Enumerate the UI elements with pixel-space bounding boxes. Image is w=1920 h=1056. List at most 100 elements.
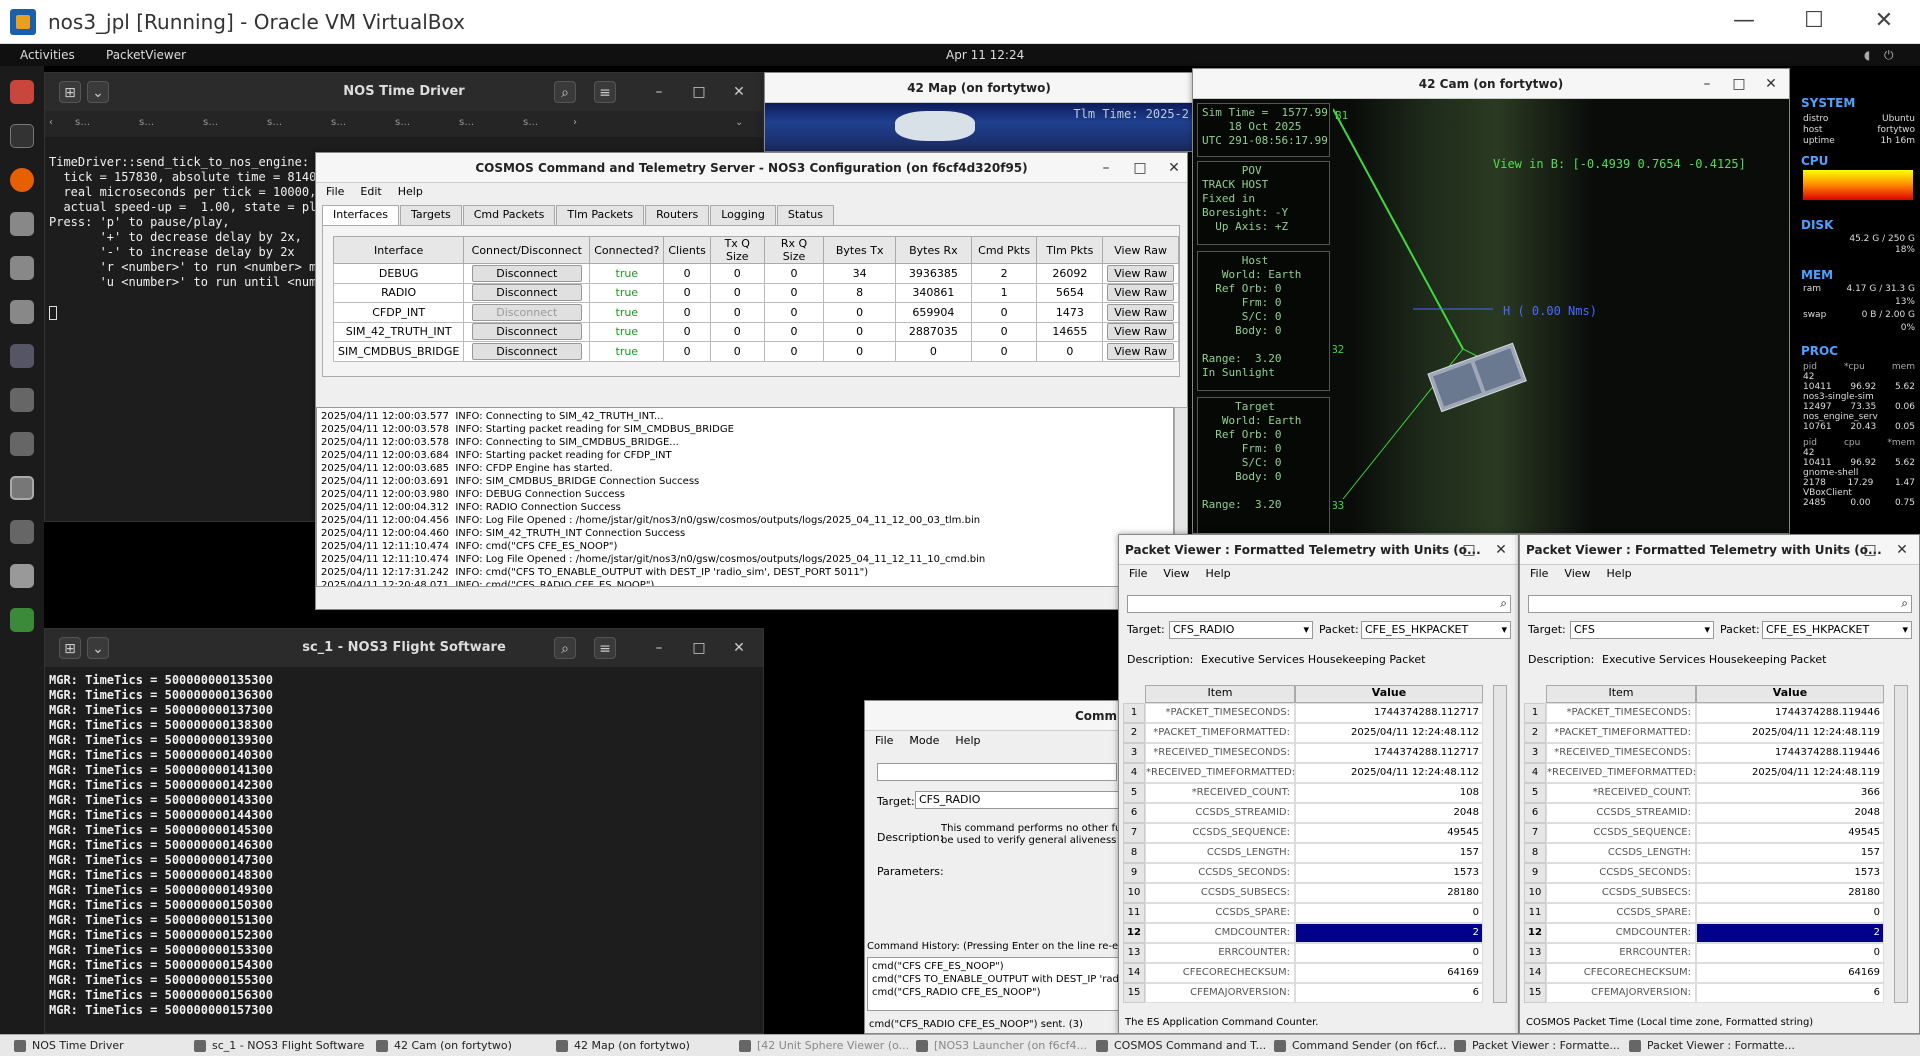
menu-file[interactable]: File bbox=[1530, 567, 1548, 580]
minimize-button[interactable]: – bbox=[648, 81, 670, 103]
table-row[interactable]: 10 CCSDS_SUBSECS: 28180 bbox=[1123, 883, 1483, 903]
column-header-item[interactable]: Item bbox=[1145, 685, 1295, 703]
menu-help[interactable]: Help bbox=[1607, 567, 1632, 580]
search-icon[interactable]: ⌕ bbox=[554, 81, 576, 103]
atom-icon[interactable] bbox=[10, 388, 34, 412]
taskbar-item[interactable]: 42 Map (on fortytwo) bbox=[552, 1037, 730, 1055]
chevron-down-icon[interactable]: ▾ bbox=[1501, 622, 1507, 638]
tab-routers[interactable]: Routers bbox=[645, 205, 710, 225]
target-select[interactable]: CFS ▾ bbox=[1570, 621, 1714, 639]
table-row[interactable]: 15 CFEMAJORVERSION: 6 bbox=[1524, 983, 1884, 1003]
minimize-button[interactable]: – bbox=[1828, 535, 1848, 564]
search-input[interactable]: ⌕ bbox=[1528, 595, 1912, 613]
table-scrollbar[interactable] bbox=[1894, 685, 1908, 1003]
taskbar-item[interactable]: [NOS3 Launcher (on f6cf4... bbox=[912, 1037, 1086, 1055]
hamburger-icon[interactable]: ≡ bbox=[594, 81, 616, 103]
item-value[interactable]: 108 bbox=[1295, 783, 1483, 803]
settings-icon[interactable] bbox=[10, 256, 34, 280]
table-row[interactable]: 12 CMDCOUNTER: 2 bbox=[1123, 923, 1483, 943]
chevron-down-icon[interactable]: ⌄ bbox=[87, 637, 109, 659]
item-value[interactable]: 6 bbox=[1696, 983, 1884, 1003]
item-value[interactable]: 2025/04/11 12:24:48.112 bbox=[1295, 763, 1483, 783]
packet-viewer-icon[interactable] bbox=[10, 476, 34, 500]
files-icon[interactable] bbox=[10, 80, 34, 104]
item-value[interactable]: 2 bbox=[1295, 923, 1483, 943]
maximize-button[interactable]: ☐ bbox=[1794, 8, 1834, 33]
packet-select[interactable]: CFE_ES_HKPACKET ▾ bbox=[1361, 621, 1511, 639]
disconnect-button[interactable]: Disconnect bbox=[471, 342, 582, 360]
chevron-down-icon[interactable]: ▾ bbox=[1704, 622, 1710, 638]
menu-edit[interactable]: Edit bbox=[360, 185, 381, 198]
item-value[interactable]: 157 bbox=[1295, 843, 1483, 863]
chevron-down-icon[interactable]: ▾ bbox=[1303, 622, 1309, 638]
terminal-output[interactable]: TimeDriver::send_tick_to_nos_engine: tic… bbox=[49, 155, 324, 290]
history-line[interactable]: cmd("CFS TO_ENABLE_OUTPUT with DEST_IP '… bbox=[872, 973, 1122, 986]
tab-interfaces[interactable]: Interfaces bbox=[322, 205, 399, 225]
minimize-button[interactable]: – bbox=[1697, 69, 1717, 98]
table-row[interactable]: 5 *RECEIVED_COUNT: 108 bbox=[1123, 783, 1483, 803]
table-row[interactable]: 2 *PACKET_TIMEFORMATTED: 2025/04/11 12:24:… bbox=[1524, 723, 1884, 743]
item-value[interactable]: 2 bbox=[1696, 923, 1884, 943]
table-row[interactable]: 8 CCSDS_LENGTH: 157 bbox=[1524, 843, 1884, 863]
item-value[interactable]: 2025/04/11 12:24:48.119 bbox=[1696, 723, 1884, 743]
view-raw-button[interactable]: View Raw bbox=[1107, 284, 1174, 302]
table-scrollbar[interactable] bbox=[1493, 685, 1507, 1003]
item-value[interactable]: 49545 bbox=[1295, 823, 1483, 843]
terminal-tab[interactable]: s… bbox=[75, 117, 90, 128]
table-row[interactable]: 11 CCSDS_SPARE: 0 bbox=[1123, 903, 1483, 923]
close-button[interactable]: ✕ bbox=[1491, 535, 1511, 564]
column-header-value[interactable]: Value bbox=[1696, 685, 1884, 703]
column-header[interactable]: Interface bbox=[332, 236, 465, 264]
disconnect-button[interactable]: Disconnect bbox=[471, 323, 582, 341]
tab-prev-icon[interactable]: ‹ bbox=[49, 117, 53, 128]
column-header[interactable]: View Raw bbox=[1102, 236, 1179, 264]
column-header[interactable]: Tx Q Size bbox=[709, 236, 765, 264]
table-row[interactable]: 7 CCSDS_SEQUENCE: 49545 bbox=[1524, 823, 1884, 843]
packet-select[interactable]: CFE_ES_HKPACKET ▾ bbox=[1762, 621, 1912, 639]
history-line[interactable]: cmd("CFS CFE_ES_NOOP") bbox=[872, 960, 1118, 973]
menu-help[interactable]: Help bbox=[1206, 567, 1231, 580]
item-value[interactable]: 157 bbox=[1696, 843, 1884, 863]
cam-view[interactable]: Sim Time = 1577.99 18 Oct 2025 UTC 291-0… bbox=[1193, 99, 1789, 533]
tab-next-icon[interactable]: › bbox=[573, 117, 577, 128]
taskbar-item[interactable]: Packet Viewer : Formatte... bbox=[1450, 1037, 1622, 1055]
disconnect-button[interactable]: Disconnect bbox=[471, 264, 582, 282]
item-value[interactable]: 28180 bbox=[1696, 883, 1884, 903]
column-header[interactable]: Cmd Pkts bbox=[970, 236, 1038, 264]
item-value[interactable]: 1744374288.112717 bbox=[1295, 703, 1483, 723]
item-value[interactable]: 0 bbox=[1696, 903, 1884, 923]
table-row[interactable]: 2 *PACKET_TIMEFORMATTED: 2025/04/11 12:24:… bbox=[1123, 723, 1483, 743]
minimize-button[interactable]: – bbox=[1427, 535, 1447, 564]
close-button[interactable]: ✕ bbox=[1892, 535, 1912, 564]
search-icon[interactable]: ⌕ bbox=[554, 637, 576, 659]
settings-icon[interactable] bbox=[10, 300, 34, 324]
taskbar-item[interactable]: COSMOS Command and T... bbox=[1092, 1037, 1266, 1055]
menu-help[interactable]: Help bbox=[398, 185, 423, 198]
table-row[interactable]: 11 CCSDS_SPARE: 0 bbox=[1524, 903, 1884, 923]
item-value[interactable]: 49545 bbox=[1696, 823, 1884, 843]
table-row[interactable]: 1 *PACKET_TIMESECONDS: 1744374288.119446 bbox=[1524, 703, 1884, 723]
column-header[interactable]: Tlm Pkts bbox=[1036, 236, 1104, 264]
item-value[interactable]: 1573 bbox=[1696, 863, 1884, 883]
menu-file[interactable]: File bbox=[875, 734, 893, 747]
taskbar-item[interactable]: Command Sender (on f6cf... bbox=[1270, 1037, 1446, 1055]
taskbar-item[interactable]: Packet Viewer : Formatte... bbox=[1625, 1037, 1801, 1055]
column-header-value[interactable]: Value bbox=[1295, 685, 1483, 703]
column-header[interactable]: Bytes Rx bbox=[895, 236, 972, 264]
table-row[interactable]: 3 *RECEIVED_TIMESECONDS: 1744374288.119446 bbox=[1524, 743, 1884, 763]
map-view[interactable]: Tlm Time: 2025-2 bbox=[765, 103, 1193, 151]
terminal-tab[interactable]: s… bbox=[267, 117, 282, 128]
column-header-item[interactable]: Item bbox=[1546, 685, 1696, 703]
new-tab-icon[interactable]: ⊞ bbox=[59, 637, 81, 659]
search-icon[interactable]: ⌕ bbox=[1500, 596, 1507, 611]
item-value[interactable]: 28180 bbox=[1295, 883, 1483, 903]
trash-icon[interactable] bbox=[10, 608, 34, 632]
target-select[interactable]: CFS_RADIO bbox=[915, 791, 1123, 809]
table-row[interactable]: 9 CCSDS_SECONDS: 1573 bbox=[1123, 863, 1483, 883]
menu-view[interactable]: View bbox=[1163, 567, 1189, 580]
item-value[interactable]: 1744374288.119446 bbox=[1696, 703, 1884, 723]
item-value[interactable]: 0 bbox=[1295, 943, 1483, 963]
rocket-icon[interactable] bbox=[10, 344, 34, 368]
minimize-button[interactable]: – bbox=[1096, 153, 1116, 182]
item-value[interactable]: 0 bbox=[1696, 943, 1884, 963]
